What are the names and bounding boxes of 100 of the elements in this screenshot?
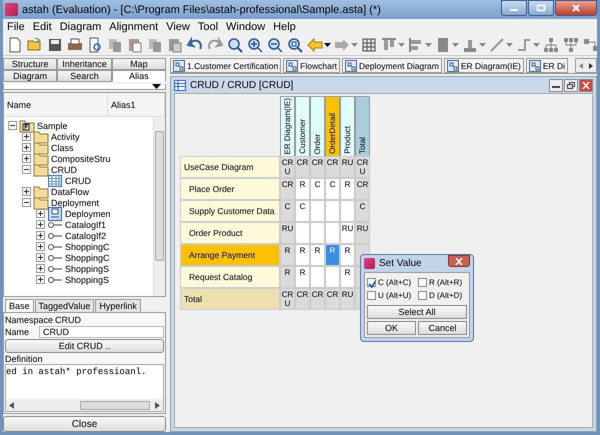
tab[interactable]: Alias [112, 70, 166, 82]
menu-item[interactable]: View [166, 21, 190, 33]
column-header[interactable]: ER Diagram(IE) [280, 96, 295, 156]
tree-item[interactable]: ShoppingS [65, 264, 110, 274]
expand-icon[interactable] [36, 264, 45, 273]
document-tab[interactable]: ER Diagram(IE) [444, 58, 524, 73]
tab[interactable]: Diagram [3, 70, 58, 82]
expand-icon[interactable] [36, 220, 45, 229]
grid-icon[interactable] [361, 37, 377, 53]
row-header[interactable]: Order Product [180, 222, 280, 244]
document-tab[interactable]: ER Di [526, 58, 568, 73]
column-header[interactable]: Customer [295, 96, 310, 156]
ok-button[interactable]: OK [367, 321, 416, 335]
matrix-cell[interactable]: C [295, 200, 310, 222]
collapse-icon[interactable] [8, 121, 17, 130]
zoom-in-icon[interactable] [247, 37, 263, 53]
edit-button[interactable]: Edit CRUD .. [5, 339, 164, 353]
tree-item[interactable]: ShoppingS [65, 274, 110, 284]
name-field[interactable]: CRUD [39, 326, 164, 338]
minimize-button[interactable] [549, 78, 563, 92]
row-header[interactable]: Arrange Payment [180, 244, 280, 266]
tab[interactable]: TaggedValue [34, 299, 94, 312]
matrix-cell[interactable] [340, 200, 355, 222]
menu-item[interactable]: Alignment [109, 21, 158, 33]
close-button[interactable] [555, 0, 597, 16]
line-icon[interactable] [489, 37, 505, 53]
matrix-cell[interactable]: R [340, 266, 355, 288]
row-header[interactable]: Total [180, 288, 280, 310]
expand-icon[interactable] [36, 253, 45, 262]
expand-icon[interactable] [22, 154, 31, 163]
select-all-button[interactable]: Select All [367, 305, 467, 319]
expand-icon[interactable] [36, 209, 45, 218]
matrix-cell[interactable]: R [280, 266, 295, 288]
tree-layout-icon[interactable] [563, 37, 579, 53]
maximize-button[interactable] [528, 0, 554, 16]
tab[interactable]: Inheritance [57, 58, 112, 70]
tree-item[interactable]: Class [51, 142, 74, 152]
dropdown-arrow-icon[interactable] [324, 43, 331, 47]
tab[interactable]: Base [5, 299, 34, 312]
tab[interactable]: Hyperlink [95, 299, 141, 312]
matrix-cell[interactable]: R [295, 266, 310, 288]
checkbox[interactable] [367, 278, 376, 287]
row-header[interactable]: Place Order [180, 178, 280, 200]
expand-icon[interactable] [36, 242, 45, 251]
matrix-cell[interactable]: CR [355, 178, 370, 200]
row-header[interactable]: Request Catalog [180, 266, 280, 288]
matrix-cell[interactable] [325, 266, 340, 288]
collapse-icon[interactable] [22, 165, 31, 174]
matrix-cell[interactable]: RU [340, 222, 355, 244]
matrix-cell[interactable]: RU [340, 288, 355, 310]
matrix-cell[interactable]: R [280, 244, 295, 266]
print-preview-icon[interactable] [87, 37, 103, 53]
matrix-cell[interactable] [310, 266, 325, 288]
column-header[interactable]: Product [340, 96, 355, 156]
matrix-cell[interactable]: R [340, 178, 355, 200]
menu-item[interactable]: Window [226, 21, 266, 33]
tree-item[interactable]: ShoppingC [65, 252, 110, 262]
matrix-cell[interactable] [295, 222, 310, 244]
tree-item[interactable]: Deploymen [65, 208, 111, 218]
matrix-cell[interactable]: RU [355, 222, 370, 244]
column-header[interactable]: Order [310, 96, 325, 156]
horizontal-scrollbar[interactable] [6, 399, 163, 411]
copy-icon[interactable] [147, 37, 163, 53]
new-file-icon[interactable] [7, 37, 23, 53]
expand-icon[interactable] [36, 275, 45, 284]
matrix-cell[interactable]: CR [310, 288, 325, 310]
matrix-cell[interactable]: R [340, 244, 355, 266]
menu-item[interactable]: Help [273, 21, 296, 33]
tree-item[interactable]: ShoppingC [65, 242, 110, 252]
tab[interactable]: Search [57, 70, 112, 82]
expand-icon[interactable] [22, 187, 31, 196]
column-header[interactable]: Total [355, 96, 370, 156]
tree-item[interactable]: Activity [51, 132, 80, 142]
layout-icon[interactable] [583, 37, 597, 53]
matrix-cell[interactable] [310, 222, 325, 244]
checkbox[interactable] [418, 291, 427, 300]
tree-item[interactable]: CompositeStru [51, 154, 111, 164]
document-tab[interactable]: 1.Customer Certification [170, 58, 282, 73]
close-button[interactable] [579, 78, 593, 92]
matrix-cell[interactable] [325, 222, 340, 244]
matrix-cell[interactable] [325, 200, 340, 222]
document-tab[interactable]: Deployment Diagram [342, 58, 442, 73]
matrix-cell[interactable]: CRU [280, 288, 295, 310]
print-icon[interactable] [67, 37, 83, 53]
zoom-icon[interactable] [227, 37, 243, 53]
checkbox[interactable] [418, 278, 427, 287]
restore-button[interactable] [564, 78, 578, 92]
tree-item[interactable]: CRUD [65, 176, 91, 186]
scroll-left-icon[interactable] [9, 402, 15, 408]
cancel-button[interactable]: Cancel [418, 321, 467, 335]
align-top-icon[interactable] [381, 37, 397, 53]
checkbox[interactable] [367, 291, 376, 300]
zoom-fit-icon[interactable] [287, 37, 303, 53]
stamp-icon[interactable] [462, 37, 478, 53]
matrix-cell[interactable]: C [355, 200, 370, 222]
column-header[interactable]: Alias1 [108, 93, 165, 116]
zoom-out-icon[interactable] [267, 37, 283, 53]
copy-icon[interactable] [107, 37, 123, 53]
close-button[interactable] [448, 255, 470, 267]
definition-field[interactable]: ed in astah* professioanl. [5, 364, 164, 412]
